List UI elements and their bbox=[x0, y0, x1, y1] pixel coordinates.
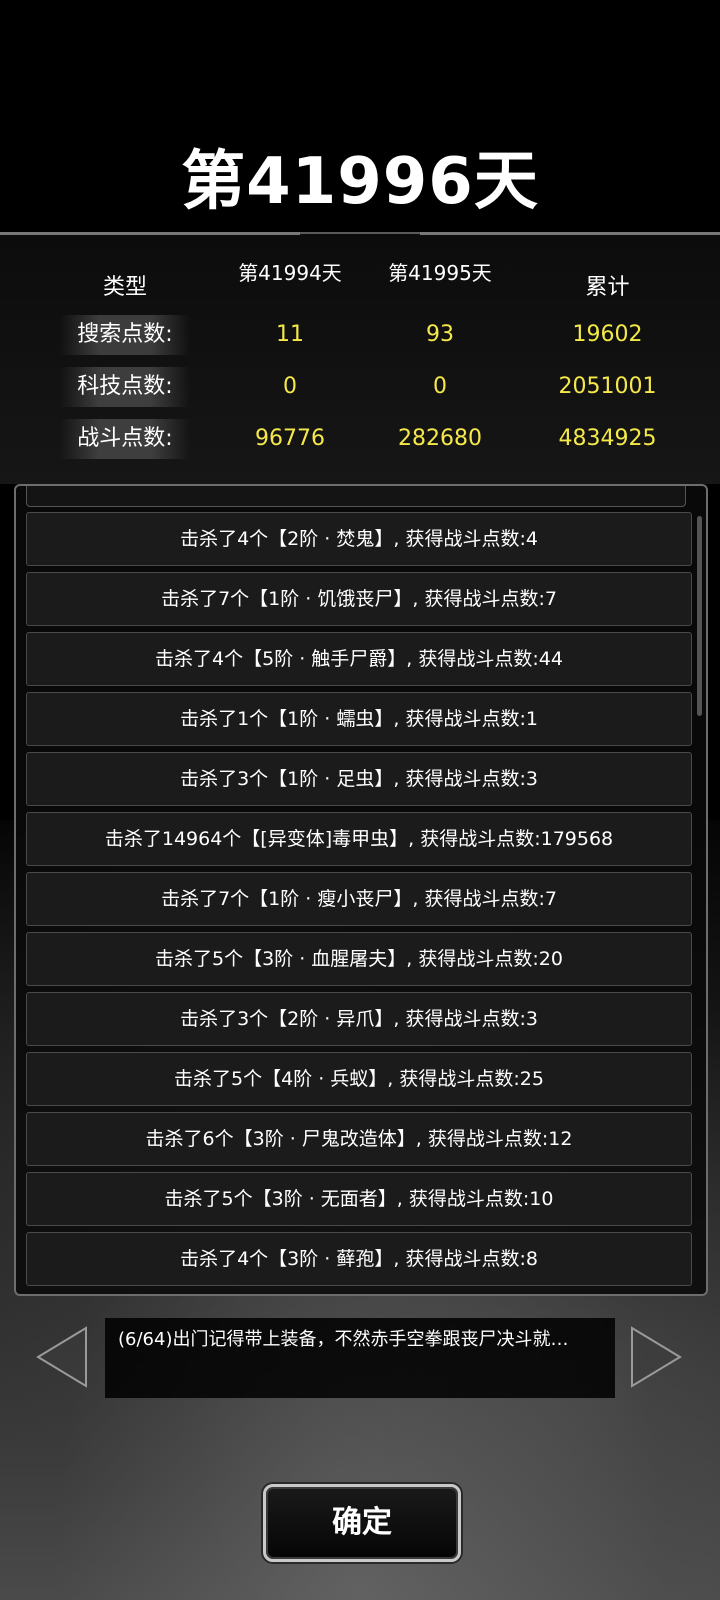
stats-row-tech: 科技点数: 0 0 2051001 bbox=[60, 367, 680, 407]
log-item: 击杀了3个【1阶 · 足虫】, 获得战斗点数:3 bbox=[26, 752, 692, 806]
log-item: 击杀了14964个【[异变体]毒甲虫】, 获得战斗点数:179568 bbox=[26, 812, 692, 866]
row-label: 战斗点数: bbox=[60, 419, 190, 459]
log-item: 击杀了3个【2阶 · 异爪】, 获得战斗点数:3 bbox=[26, 992, 692, 1046]
day-title: 第41996天 bbox=[181, 145, 539, 219]
log-item: 击杀了5个【3阶 · 无面者】, 获得战斗点数:10 bbox=[26, 1172, 692, 1226]
battle-log-list[interactable]: 击杀了4个【2阶 · 焚鬼】, 获得战斗点数:4 击杀了7个【1阶 · 饥饿丧尸… bbox=[14, 484, 708, 1296]
row-value-day-1: 11 bbox=[276, 322, 304, 347]
log-item: 击杀了1个【1阶 · 蠕虫】, 获得战斗点数:1 bbox=[26, 692, 692, 746]
stats-header-row: 类型 第41994天 第41995天 累计 bbox=[60, 262, 680, 308]
stats-row-search: 搜索点数: 11 93 19602 bbox=[60, 315, 680, 355]
row-value-total: 19602 bbox=[572, 322, 643, 347]
header-total: 累计 bbox=[585, 275, 630, 300]
frame-decoration-left bbox=[0, 232, 300, 257]
log-item: 击杀了5个【3阶 · 血腥屠夫】, 获得战斗点数:20 bbox=[26, 932, 692, 986]
row-value-day-2: 282680 bbox=[398, 426, 482, 451]
row-value-day-2: 0 bbox=[433, 374, 447, 399]
stats-row-combat: 战斗点数: 96776 282680 4834925 bbox=[60, 419, 680, 459]
log-item: 击杀了7个【1阶 · 饥饿丧尸】, 获得战斗点数:7 bbox=[26, 572, 692, 626]
log-item: 击杀了4个【2阶 · 焚鬼】, 获得战斗点数:4 bbox=[26, 512, 692, 566]
log-item: 击杀了6个【3阶 · 尸鬼改造体】, 获得战斗点数:12 bbox=[26, 1112, 692, 1166]
right-triangle-icon[interactable] bbox=[630, 1326, 682, 1388]
frame-decoration-right bbox=[420, 232, 720, 257]
row-value-total: 4834925 bbox=[558, 426, 657, 451]
log-item: 击杀了7个【1阶 · 瘦小丧尸】, 获得战斗点数:7 bbox=[26, 872, 692, 926]
log-scrollbar[interactable] bbox=[697, 516, 702, 716]
log-item: 击杀了4个【5阶 · 触手尸爵】, 获得战斗点数:44 bbox=[26, 632, 692, 686]
log-item: 击杀了5个【4阶 · 兵蚁】, 获得战斗点数:25 bbox=[26, 1052, 692, 1106]
row-label: 科技点数: bbox=[60, 367, 190, 407]
tip-text: (6/64)出门记得带上装备，不然赤手空拳跟丧尸决斗就… bbox=[118, 1329, 569, 1350]
header-type: 类型 bbox=[102, 275, 147, 300]
log-item: 击杀了4个【3阶 · 藓孢】, 获得战斗点数:8 bbox=[26, 1232, 692, 1286]
row-label: 搜索点数: bbox=[60, 315, 190, 355]
left-triangle-icon[interactable] bbox=[36, 1326, 88, 1388]
row-value-day-1: 0 bbox=[283, 374, 297, 399]
row-value-total: 2051001 bbox=[558, 374, 657, 399]
log-item-partial bbox=[26, 486, 686, 507]
row-value-day-2: 93 bbox=[426, 322, 454, 347]
header-day-2: 第41995天 bbox=[388, 262, 492, 285]
header-day-1: 第41994天 bbox=[238, 262, 342, 285]
row-value-day-1: 96776 bbox=[255, 426, 325, 451]
confirm-button[interactable]: 确定 bbox=[263, 1484, 461, 1562]
